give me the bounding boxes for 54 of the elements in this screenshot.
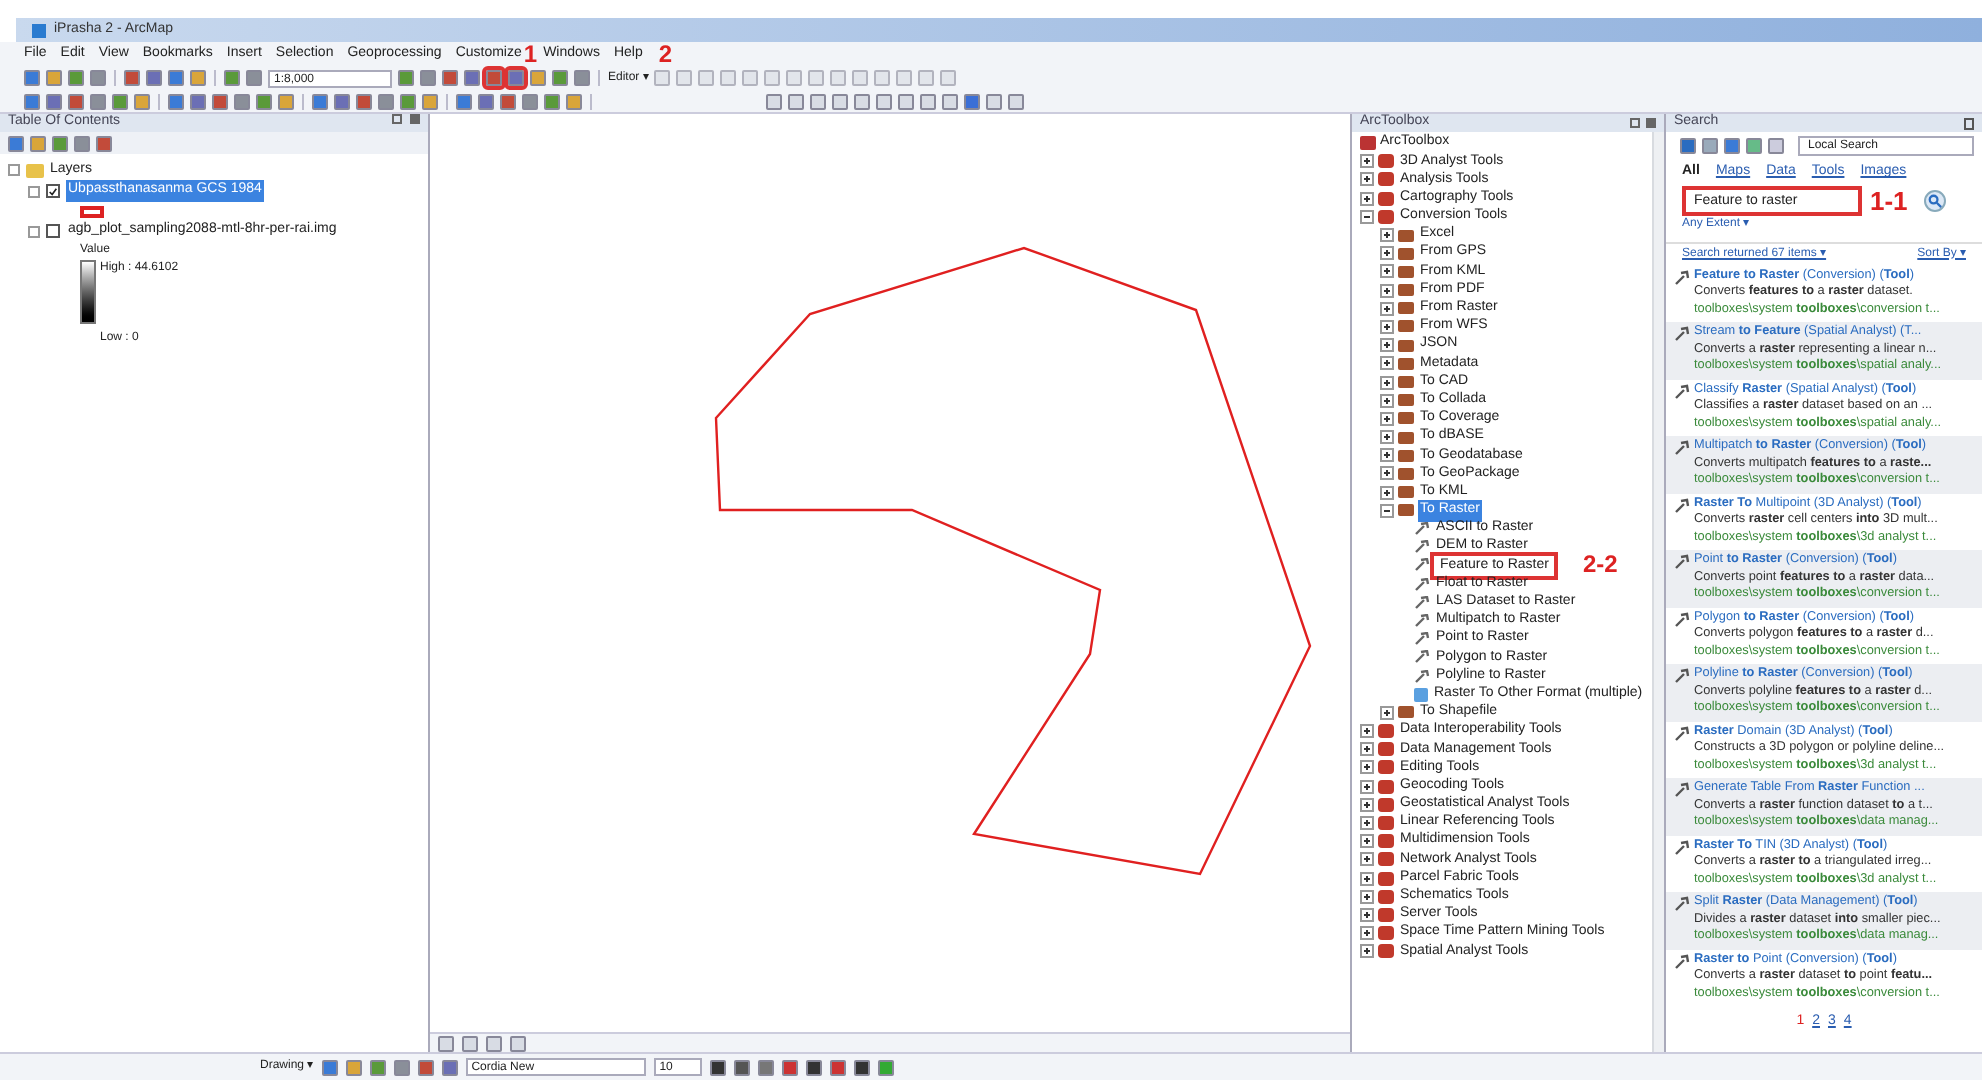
expand-icon[interactable] — [1360, 944, 1374, 959]
annotation-label: 2 — [658, 44, 673, 64]
expand-icon[interactable] — [1380, 705, 1394, 720]
annotation-label: 2-2 — [1582, 556, 1618, 575]
color-ramp — [80, 260, 96, 324]
expand-icon[interactable] — [1360, 760, 1374, 775]
expand-icon[interactable] — [1360, 852, 1374, 867]
toolset-icon — [1398, 706, 1414, 719]
expand-icon[interactable] — [1360, 907, 1374, 922]
collapse-icon[interactable] — [1360, 209, 1374, 224]
expand-icon[interactable] — [1380, 466, 1394, 481]
collapse-icon[interactable] — [1380, 503, 1394, 518]
expand-icon[interactable] — [1380, 448, 1394, 463]
script-icon — [1414, 687, 1428, 702]
expand-icon[interactable] — [1360, 191, 1374, 206]
layer-checkbox[interactable] — [46, 184, 60, 198]
scrollbar[interactable] — [1652, 132, 1664, 1052]
expand-icon[interactable] — [1380, 301, 1394, 316]
expand-icon[interactable] — [1360, 172, 1374, 187]
search-icon[interactable] — [1923, 189, 1946, 211]
expand-icon[interactable] — [1380, 338, 1394, 353]
expand-icon[interactable] — [1380, 319, 1394, 334]
expand-icon[interactable] — [1380, 375, 1394, 390]
expand-icon[interactable] — [1380, 264, 1394, 279]
expand-icon[interactable] — [1360, 797, 1374, 812]
expand-icon[interactable] — [1380, 246, 1394, 261]
expand-icon[interactable] — [1380, 430, 1394, 445]
expand-icon[interactable] — [1360, 742, 1374, 757]
app-icon — [32, 23, 46, 37]
expand-icon[interactable] — [1380, 393, 1394, 408]
expand-icon[interactable] — [1380, 356, 1394, 371]
expand-icon[interactable] — [1360, 926, 1374, 941]
annotation-label: 1-1 — [1870, 187, 1908, 213]
expand-icon[interactable] — [1360, 871, 1374, 886]
pin-icon[interactable] — [392, 114, 402, 125]
layer-checkbox[interactable] — [46, 224, 60, 238]
expand-icon[interactable] — [1380, 485, 1394, 500]
layers-icon — [26, 163, 44, 177]
expand-icon[interactable] — [1360, 834, 1374, 849]
expand-icon[interactable] — [1360, 816, 1374, 831]
pin-icon[interactable] — [1964, 117, 1974, 129]
expand-icon[interactable] — [1360, 724, 1374, 739]
expand-icon[interactable] — [1360, 889, 1374, 904]
expand-icon[interactable] — [1360, 154, 1374, 169]
expand-icon[interactable] — [1360, 779, 1374, 794]
expand-icon[interactable] — [1380, 411, 1394, 426]
view-icon[interactable] — [1768, 138, 1784, 154]
polygon-symbol — [80, 205, 104, 217]
expand-icon[interactable] — [1380, 283, 1394, 298]
close-icon[interactable] — [410, 114, 420, 125]
expand-icon[interactable] — [1380, 228, 1394, 243]
annotation-label: 1 — [523, 44, 538, 64]
back-icon[interactable] — [1680, 138, 1696, 154]
restore-icon[interactable] — [1630, 118, 1640, 128]
